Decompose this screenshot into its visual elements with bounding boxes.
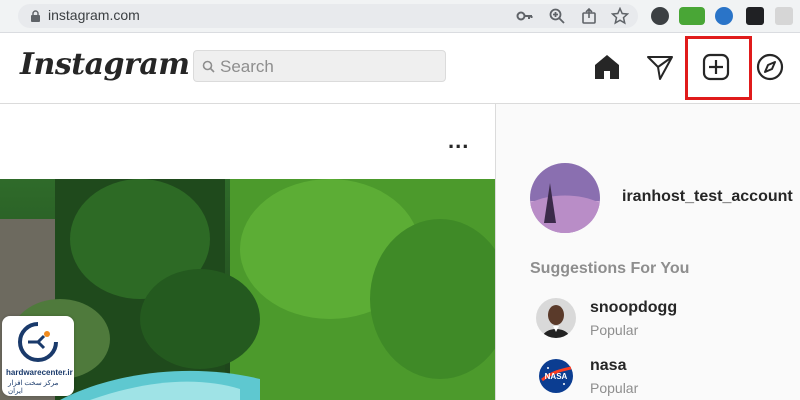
new-post-highlight-box	[685, 36, 752, 100]
post-image[interactable]	[0, 179, 495, 400]
hardwarecenter-logo-icon	[18, 322, 58, 362]
search-box[interactable]	[193, 50, 446, 82]
zoom-icon[interactable]	[548, 7, 566, 25]
account-avatar[interactable]	[530, 163, 600, 233]
send-icon[interactable]	[645, 52, 675, 82]
suggestion-subtitle: Popular	[590, 380, 639, 396]
search-icon	[202, 60, 215, 73]
suggestion-avatar-snoopdogg[interactable]	[536, 298, 576, 338]
suggestion-username[interactable]: snoopdogg	[590, 299, 677, 317]
extension-bracket-icon[interactable]	[775, 7, 793, 25]
extension-dark-icon[interactable]	[746, 7, 764, 25]
svg-text:NASA: NASA	[545, 372, 568, 381]
extension-globe-icon[interactable]	[715, 7, 733, 25]
explore-icon[interactable]	[755, 52, 785, 82]
extension-green-icon[interactable]	[679, 7, 705, 25]
account-username[interactable]: iranhost_test_account	[622, 188, 793, 206]
watermark-domain: hardwarecenter.ir	[6, 368, 73, 377]
profile-circle-icon[interactable]	[651, 7, 669, 25]
star-icon[interactable]	[611, 7, 629, 25]
hardwarecenter-watermark: hardwarecenter.ir مرکز سخت افزار ایران	[2, 316, 74, 396]
post-card: ...	[0, 104, 496, 400]
home-icon[interactable]	[592, 52, 622, 82]
url-text[interactable]: instagram.com	[48, 7, 140, 23]
browser-toolbar: instagram.com	[0, 0, 800, 33]
suggestions-title: Suggestions For You	[530, 260, 690, 277]
watermark-tagline: مرکز سخت افزار ایران	[8, 380, 59, 395]
suggestion-username[interactable]: nasa	[590, 357, 626, 375]
suggestion-avatar-nasa[interactable]: NASA	[538, 358, 574, 394]
nasa-logo-icon: NASA	[539, 359, 573, 393]
suggestion-subtitle: Popular	[590, 322, 639, 338]
lock-icon[interactable]	[30, 10, 41, 23]
search-input[interactable]	[218, 55, 442, 79]
instagram-header: Instagram	[0, 33, 800, 104]
instagram-logo[interactable]: Instagram	[20, 47, 190, 82]
key-icon[interactable]	[516, 7, 534, 25]
post-options-button[interactable]: ...	[448, 128, 469, 154]
share-icon[interactable]	[580, 7, 598, 25]
forest-river-photo	[0, 179, 495, 400]
